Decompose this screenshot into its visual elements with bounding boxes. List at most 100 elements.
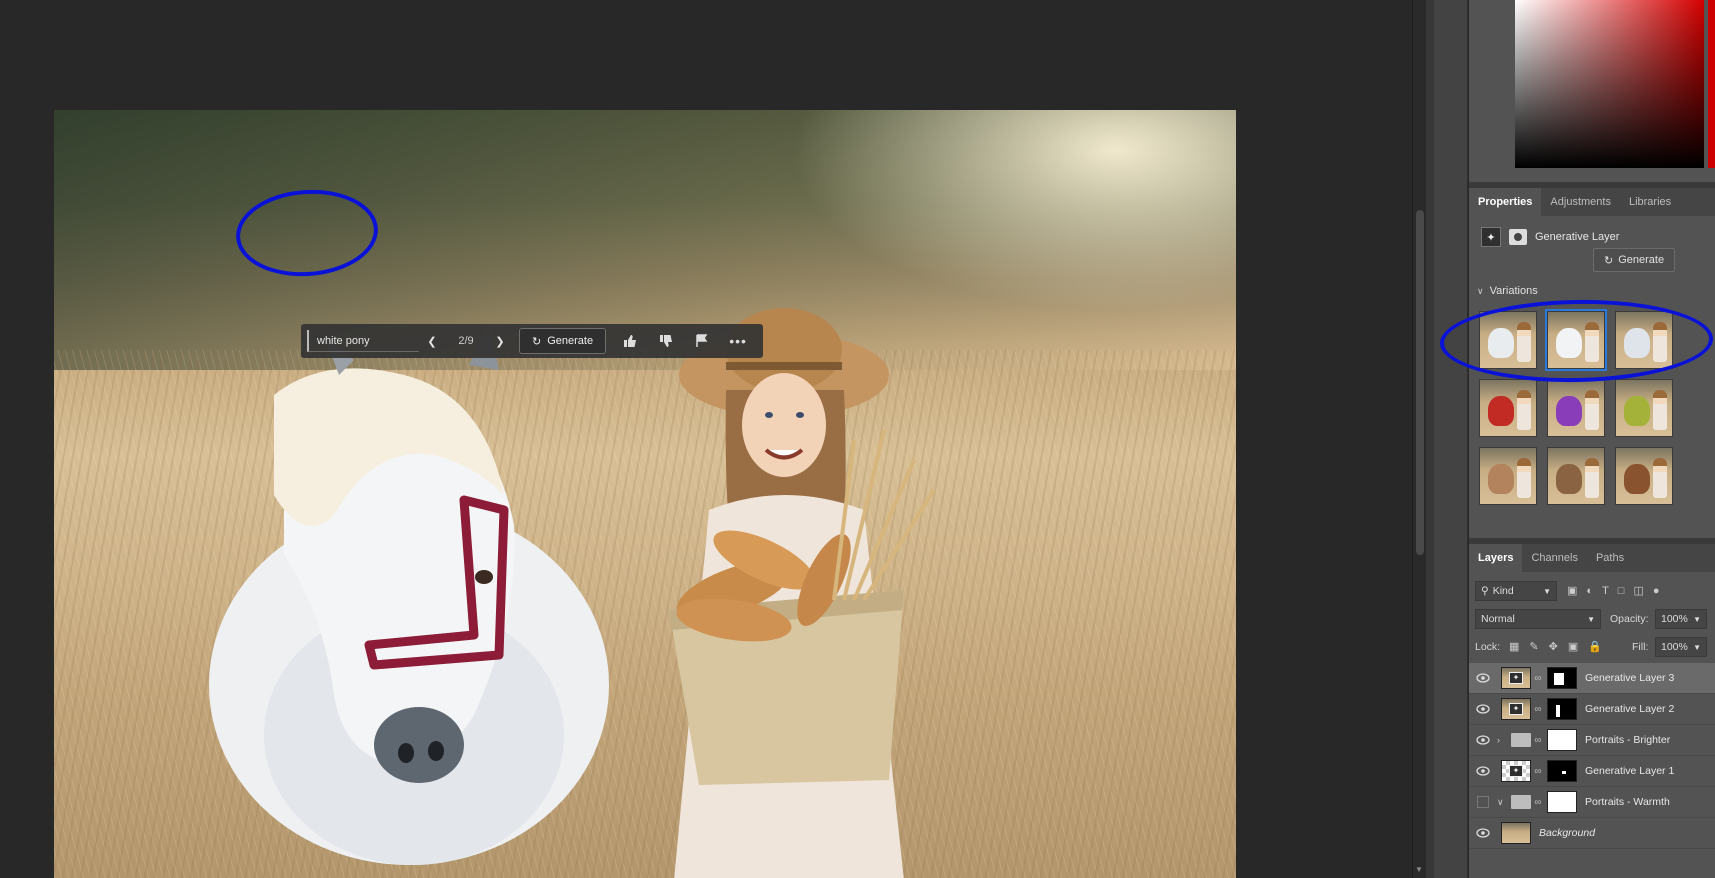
variation-subject (1624, 396, 1650, 426)
eye-icon[interactable] (1469, 704, 1497, 714)
link-icon[interactable]: ∞ (1533, 766, 1543, 777)
thumbs-up-button[interactable] (612, 328, 648, 354)
layer-row[interactable]: ✦ ∞ Generative Layer 1 (1469, 756, 1715, 787)
layer-row[interactable]: ✦ ∞ Generative Layer 2 (1469, 694, 1715, 725)
visibility-off-icon[interactable] (1469, 796, 1497, 808)
chevron-right-icon[interactable]: › (1497, 735, 1507, 745)
thumbs-down-button[interactable] (648, 328, 684, 354)
layer-name: Background (1539, 827, 1596, 839)
hue-slider[interactable] (1708, 0, 1715, 168)
report-button[interactable] (684, 328, 720, 354)
variation-girl (1517, 390, 1531, 430)
eye-icon[interactable] (1469, 673, 1497, 683)
lock-transparent-icon[interactable]: ▦ (1509, 640, 1519, 653)
adjustment-filter-icon[interactable]: ◐ (1586, 585, 1593, 597)
color-picker-field[interactable] (1515, 0, 1704, 168)
variation-thumbnail[interactable] (1547, 379, 1605, 437)
blend-mode-value: Normal (1481, 613, 1515, 625)
scroll-down-arrow-icon[interactable]: ▼ (1415, 865, 1423, 874)
tab-libraries[interactable]: Libraries (1620, 188, 1680, 216)
variation-thumbnail[interactable] (1615, 447, 1673, 505)
variation-subject (1624, 464, 1650, 494)
tab-adjustments[interactable]: Adjustments (1541, 188, 1620, 216)
layer-name: Generative Layer 1 (1585, 765, 1675, 777)
document-workspace: white pony ❮ 2/9 ❯ ↻ Generate ••• (0, 0, 1413, 878)
variation-thumbnail[interactable] (1479, 447, 1537, 505)
layer-name: Portraits - Warmth (1585, 796, 1670, 808)
canvas-vertical-scrollbar[interactable]: ▼ (1412, 0, 1426, 878)
text-filter-icon[interactable]: T (1602, 585, 1609, 597)
girl-with-basket-image (669, 308, 936, 878)
variation-subject (1556, 464, 1582, 494)
eye-icon[interactable] (1469, 735, 1497, 745)
lock-position-icon[interactable]: ✥ (1549, 640, 1558, 653)
layer-filter-icons: ▣ ◐ T □ ◫ ● (1567, 584, 1660, 598)
chevron-down-icon: ▼ (1693, 642, 1701, 652)
layer-thumbnail: ✦ (1501, 698, 1531, 720)
variation-counter: 2/9 (458, 335, 474, 347)
tab-channels[interactable]: Channels (1522, 544, 1586, 572)
link-icon[interactable]: ∞ (1533, 704, 1543, 715)
layer-row[interactable]: Background (1469, 818, 1715, 849)
variations-header[interactable]: ∨ Variations (1477, 285, 1538, 297)
layer-row[interactable]: ✦ ∞ Generative Layer 3 (1469, 663, 1715, 694)
layer-row[interactable]: ∨ ∞ Portraits - Warmth (1469, 787, 1715, 818)
generate-button[interactable]: ↻ Generate (519, 328, 607, 354)
more-options-button[interactable]: ••• (720, 328, 756, 354)
background-thumbnail (1501, 822, 1531, 844)
smart-object-filter-icon[interactable]: ◫ (1633, 584, 1643, 597)
link-icon[interactable]: ∞ (1533, 797, 1543, 808)
next-variation-button[interactable]: ❯ (487, 328, 513, 354)
layer-mask-thumbnail[interactable] (1547, 791, 1577, 813)
variation-thumbnail[interactable] (1615, 379, 1673, 437)
tab-layers[interactable]: Layers (1469, 544, 1523, 572)
shape-filter-icon[interactable]: □ (1618, 585, 1625, 597)
collapsed-panel-dock (1434, 0, 1468, 878)
opacity-value: 100% (1661, 613, 1688, 625)
layer-thumbnail: ✦ (1501, 760, 1531, 782)
scrollbar-thumb[interactable] (1416, 210, 1424, 555)
previous-variation-button[interactable]: ❮ (419, 328, 445, 354)
lock-artboard-icon[interactable]: ▣ (1568, 640, 1578, 653)
right-panel: Properties Adjustments Libraries ✦ Gener… (1469, 0, 1715, 878)
lock-pixels-icon[interactable]: ✎ (1529, 640, 1538, 653)
variation-thumbnail[interactable] (1479, 379, 1537, 437)
variation-girl (1653, 458, 1667, 498)
layer-row[interactable]: › ∞ Portraits - Brighter (1469, 725, 1715, 756)
variation-thumbnail[interactable] (1547, 447, 1605, 505)
layers-tabs: Layers Channels Paths (1469, 544, 1715, 572)
properties-generate-button[interactable]: ↻ Generate (1593, 248, 1676, 272)
tab-paths[interactable]: Paths (1587, 544, 1633, 572)
tab-properties[interactable]: Properties (1469, 188, 1542, 216)
layer-mask-thumbnail[interactable] (1547, 729, 1577, 751)
layer-name: Portraits - Brighter (1585, 734, 1671, 746)
generate-refresh-icon: ↻ (1604, 254, 1614, 267)
image-canvas[interactable]: white pony ❮ 2/9 ❯ ↻ Generate ••• (54, 110, 1236, 878)
link-icon[interactable]: ∞ (1533, 735, 1543, 746)
search-icon: ⚲ (1481, 585, 1489, 597)
blend-mode-select[interactable]: Normal ▼ (1475, 609, 1601, 629)
white-pony-image (209, 325, 609, 865)
chevron-down-icon[interactable]: ∨ (1497, 797, 1507, 808)
prompt-input[interactable]: white pony (307, 330, 419, 352)
chevron-right-icon: ❯ (495, 335, 505, 348)
variation-girl (1517, 458, 1531, 498)
layer-mask-thumbnail[interactable] (1547, 698, 1577, 720)
layer-kind-filter[interactable]: ⚲ Kind ▼ (1475, 581, 1557, 601)
eye-icon[interactable] (1469, 766, 1497, 776)
filter-toggle-icon[interactable]: ● (1653, 585, 1660, 597)
opacity-input[interactable]: 100% ▼ (1655, 609, 1707, 629)
layer-thumbnail: ✦ (1501, 667, 1531, 689)
layer-name: Generative Layer 3 (1585, 672, 1675, 684)
thumbs-up-icon (624, 335, 637, 347)
variation-subject (1488, 396, 1514, 426)
layer-mask-thumbnail[interactable] (1547, 667, 1577, 689)
chevron-left-icon: ❮ (427, 335, 437, 348)
link-icon[interactable]: ∞ (1533, 673, 1543, 684)
layer-mask-thumbnail[interactable] (1547, 760, 1577, 782)
image-filter-icon[interactable]: ▣ (1567, 584, 1577, 597)
fill-input[interactable]: 100% ▼ (1655, 637, 1707, 657)
lock-all-icon[interactable]: 🔒 (1588, 640, 1602, 653)
panel-gutter (1426, 0, 1434, 878)
eye-icon[interactable] (1469, 828, 1497, 838)
